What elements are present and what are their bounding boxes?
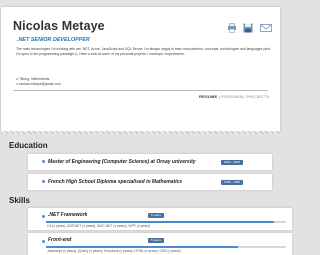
save-icon[interactable] <box>243 23 253 33</box>
header-actions <box>227 23 273 33</box>
skill-details: C# (x years), ASP.NET (x years), MVC.NET… <box>47 224 151 228</box>
mail-icon: ● <box>16 82 19 86</box>
education-item: French High School Diploma specialised i… <box>28 174 272 190</box>
job-title: .NET SENIOR DEVELOPPER <box>17 37 90 43</box>
paper-edge <box>1 131 280 134</box>
resume-header-card: Nicolas Metaye .NET SENIOR DEVELOPPER Th… <box>1 7 280 131</box>
email-icon[interactable] <box>260 23 272 33</box>
bullet-icon <box>42 180 45 183</box>
print-icon[interactable] <box>227 23 237 33</box>
skill-level-bar <box>46 246 238 248</box>
about-text: The main technologies I'm working with a… <box>16 47 271 56</box>
skill-title: Front-end <box>48 237 72 243</box>
skills-heading: Skills <box>9 196 30 205</box>
tab-resume[interactable]: RESUME <box>199 94 217 99</box>
skill-item: .NET Framework 8 years C# (x years), ASP… <box>28 208 292 230</box>
section-tabs: RESUME | PERSONAL PROJECTS <box>199 94 270 99</box>
education-title: Master of Engineering (Computer Science)… <box>48 159 196 165</box>
tab-personal-projects[interactable]: PERSONAL PROJECTS <box>221 94 269 99</box>
skill-level-bar <box>46 221 274 223</box>
location-icon: ● <box>16 77 19 81</box>
person-name: Nicolas Metaye <box>13 19 105 33</box>
bullet-icon <box>42 160 45 163</box>
skill-details: Javascript (x years), jQuery (x years), … <box>47 249 181 253</box>
tab-separator: | <box>218 94 220 99</box>
date-badge: 1995 - 1998 <box>221 179 244 185</box>
divider <box>13 90 268 91</box>
bullet-icon <box>42 240 45 243</box>
education-heading: Education <box>9 141 48 150</box>
email-link[interactable]: ● nicolas.metaye@gmail.com <box>16 82 61 86</box>
education-item: Master of Engineering (Computer Science)… <box>28 154 272 170</box>
education-title: French High School Diploma specialised i… <box>48 179 183 185</box>
bullet-icon <box>42 215 45 218</box>
skill-title: .NET Framework <box>48 212 88 218</box>
date-badge: 2000 - 2005 <box>221 159 244 165</box>
duration-badge: 5 years <box>148 238 164 243</box>
duration-badge: 8 years <box>148 213 164 218</box>
location: ● Tilburg, Netherlands <box>16 77 50 81</box>
skill-item: Front-end 5 years Javascript (x years), … <box>28 233 292 255</box>
